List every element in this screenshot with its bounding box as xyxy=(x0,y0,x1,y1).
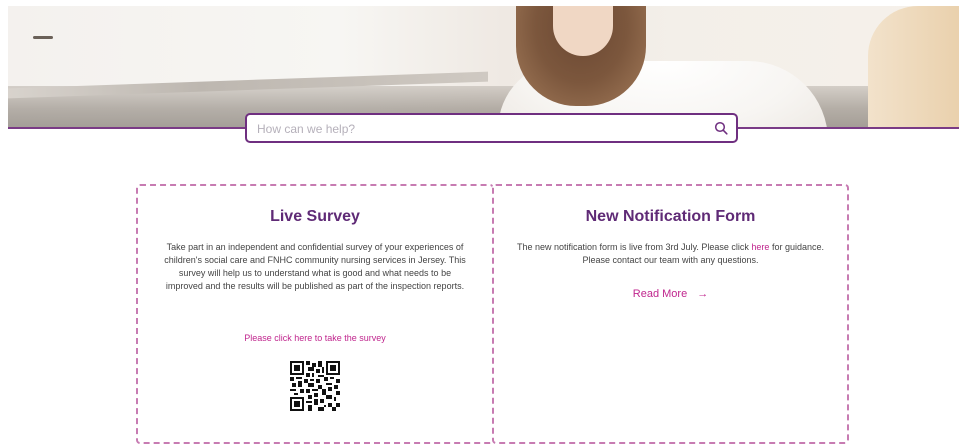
live-survey-card: Live Survey Take part in an independent … xyxy=(136,184,494,444)
hero-image xyxy=(8,6,959,127)
card-body: The new notification form is live from 3… xyxy=(514,241,827,267)
survey-link[interactable]: Please click here to take the survey xyxy=(138,333,492,343)
qr-code-image[interactable] xyxy=(290,361,340,411)
search-bar xyxy=(245,113,738,143)
card-title: New Notification Form xyxy=(585,208,756,225)
search-input[interactable] xyxy=(257,119,697,139)
here-link[interactable]: here xyxy=(751,242,769,252)
card-body: Take part in an independent and confiden… xyxy=(164,242,466,291)
hero-blur xyxy=(868,6,959,127)
arrow-right-icon: → xyxy=(697,288,709,300)
search-icon[interactable] xyxy=(714,121,728,135)
read-more-link[interactable]: Read More → xyxy=(494,288,847,300)
hero-detail xyxy=(33,36,53,39)
body-text-start: The new notification form is live from 3… xyxy=(517,242,752,252)
card-title: Live Survey xyxy=(270,208,360,225)
notification-form-card: New Notification Form The new notificati… xyxy=(492,184,849,444)
read-more-label: Read More xyxy=(632,288,688,300)
